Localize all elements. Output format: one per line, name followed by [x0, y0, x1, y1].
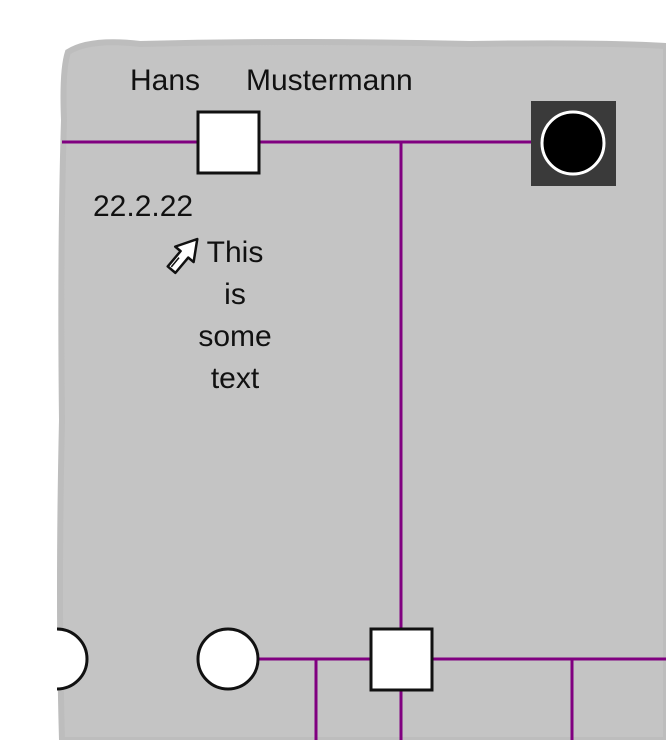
date-label: 22.2.22 [93, 190, 194, 223]
first-name-label: Hans [130, 64, 201, 97]
note-text[interactable]: This is some text [180, 232, 290, 400]
male-symbol-hans[interactable] [196, 110, 261, 175]
female-symbol-selected[interactable] [540, 110, 606, 176]
last-name-label: Mustermann [246, 64, 413, 97]
female-symbol-bottom[interactable] [196, 627, 260, 691]
note-line: text [210, 362, 260, 395]
note-line: is [224, 278, 246, 311]
note-line: some [198, 320, 272, 353]
note-line: This [206, 236, 264, 269]
male-symbol-bottom[interactable] [369, 627, 434, 692]
pedigree-canvas[interactable] [0, 0, 666, 740]
